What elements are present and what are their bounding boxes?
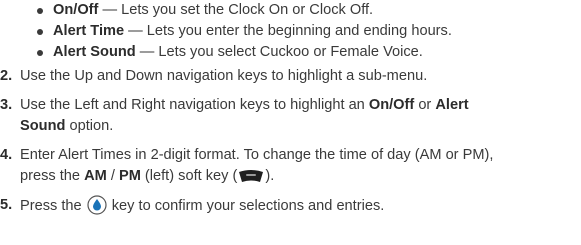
step-text: press the — [20, 168, 85, 184]
step-bold-term: PM — [118, 168, 141, 184]
left-soft-key-icon — [239, 170, 264, 182]
step-2: 2. Use the Up and Down navigation keys t… — [0, 66, 581, 87]
step-text: Press the — [20, 198, 86, 214]
step-bold-term: Sound — [20, 118, 66, 134]
step-text: / — [106, 168, 119, 184]
step-number: 4. — [0, 147, 13, 163]
bullet-alert-sound: Alert Sound — Lets you select Cuckoo or … — [36, 42, 452, 63]
step-line-2: Sound option. — [20, 116, 581, 137]
ok-key-icon — [87, 195, 107, 215]
bullet-term: On/Off — [53, 2, 99, 18]
step-text: ). — [265, 168, 275, 184]
bullet-dot-icon — [37, 7, 43, 14]
step-line-1: Use the Left and Right navigation keys t… — [20, 95, 581, 116]
bullet-desc: — Lets you select Cuckoo or Female Voice… — [135, 44, 423, 60]
step-bold-term: On/Off — [368, 97, 415, 113]
bullet-term: Alert Time — [53, 23, 125, 39]
step-line-1: Enter Alert Times in 2-digit format. To … — [20, 147, 494, 163]
step-text: key to confirm your selections and entri… — [107, 198, 385, 214]
step-text: (left) soft key ( — [140, 168, 238, 184]
step-text: Use the Left and Right navigation keys t… — [20, 97, 369, 113]
bullet-desc: — Lets you set the Clock On or Clock Off… — [98, 2, 374, 18]
step-bold-term: AM — [84, 168, 107, 184]
step-number: 5. — [0, 197, 13, 213]
step-line-1: Press the key to confirm your selections… — [20, 195, 581, 217]
bullet-dot-icon — [37, 49, 43, 56]
bullet-on-off: On/Off — Lets you set the Clock On or Cl… — [36, 0, 452, 21]
step-line-2: press the AM / PM (left) soft key (). — [20, 166, 581, 187]
step-4: 4. Enter Alert Times in 2-digit format. … — [0, 145, 581, 187]
bullet-dot-icon — [37, 28, 43, 35]
option-bullet-list: On/Off — Lets you set the Clock On or Cl… — [36, 0, 452, 63]
manual-page: On/Off — Lets you set the Clock On or Cl… — [0, 0, 581, 245]
step-text: or — [414, 97, 436, 113]
step-text: option. — [65, 118, 114, 134]
bullet-alert-time: Alert Time — Lets you enter the beginnin… — [36, 21, 452, 42]
step-bold-term: Alert — [435, 97, 469, 113]
step-number: 2. — [0, 68, 13, 84]
bullet-desc: — Lets you enter the beginning and endin… — [124, 23, 452, 39]
step-3: 3. Use the Left and Right navigation key… — [0, 95, 581, 137]
step-text: Use the Up and Down navigation keys to h… — [20, 68, 428, 84]
step-number: 3. — [0, 97, 13, 113]
bullet-term: Alert Sound — [53, 44, 136, 60]
step-5: 5. Press the key to confirm your selecti… — [0, 195, 581, 217]
instruction-steps: 2. Use the Up and Down navigation keys t… — [0, 63, 581, 217]
